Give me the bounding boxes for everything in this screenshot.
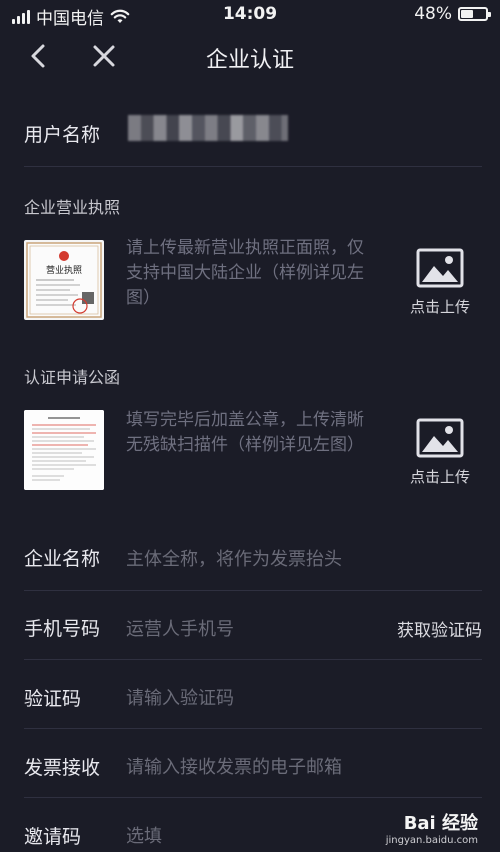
license-upload-label: 点击上传: [409, 298, 470, 316]
user-name-value-blurred: [128, 115, 288, 141]
image-icon: [416, 418, 464, 458]
user-name-label: 用户名称: [24, 124, 101, 146]
phone-label: 手机号码: [24, 618, 101, 640]
letter-upload-label: 点击上传: [409, 468, 470, 486]
license-description: 请上传最新营业执照正面照，仅支持中国大陆企业（样例详见左图）: [126, 238, 364, 308]
invoice-label: 发票接收: [24, 757, 101, 779]
license-section-title: 企业营业执照: [24, 198, 121, 217]
license-sample-image: 营业执照: [26, 242, 102, 318]
invite-code-input[interactable]: 选填: [126, 822, 162, 848]
company-name-input[interactable]: 主体全称，将作为发票抬头: [126, 545, 342, 571]
invoice-email-input[interactable]: 请输入接收发票的电子邮箱: [126, 753, 342, 779]
letter-description: 填写完毕后加盖公章，上传清晰无残缺扫描件（样例详见左图）: [126, 410, 364, 455]
get-code-button[interactable]: 获取验证码: [397, 616, 482, 641]
divider: [24, 590, 482, 591]
baidu-watermark: Bai 经验 jingyan.baidu.com: [386, 809, 478, 846]
divider: [24, 728, 482, 729]
phone-input[interactable]: 运营人手机号: [126, 615, 234, 641]
license-sample-thumbnail[interactable]: 营业执照: [24, 240, 104, 320]
page-title: 企业认证: [205, 48, 294, 73]
status-right: 48%: [414, 4, 491, 24]
divider: [24, 797, 482, 798]
battery-percent: 48%: [414, 4, 452, 24]
license-upload-button[interactable]: 点击上传: [400, 248, 480, 317]
letter-sample-image: [24, 410, 104, 490]
nav-bar: 企业认证: [0, 28, 500, 84]
image-icon: [416, 248, 464, 288]
divider: [24, 659, 482, 660]
battery-icon: [458, 7, 491, 21]
status-bar: 中国电信 14:09 48%: [0, 0, 500, 29]
battery-level: [461, 10, 473, 18]
code-input[interactable]: 请输入验证码: [126, 684, 234, 710]
invite-label: 邀请码: [24, 826, 82, 848]
watermark-brand: Bai 经验: [403, 813, 478, 834]
license-thumb-title: 营业执照: [46, 264, 82, 276]
letter-upload-button[interactable]: 点击上传: [400, 418, 480, 487]
letter-sample-thumbnail[interactable]: [24, 410, 104, 490]
letter-section-title: 认证申请公函: [24, 368, 121, 387]
divider: [24, 166, 482, 167]
watermark-url: jingyan.baidu.com: [385, 835, 478, 846]
code-label: 验证码: [24, 688, 82, 710]
company-name-label: 企业名称: [24, 548, 101, 570]
